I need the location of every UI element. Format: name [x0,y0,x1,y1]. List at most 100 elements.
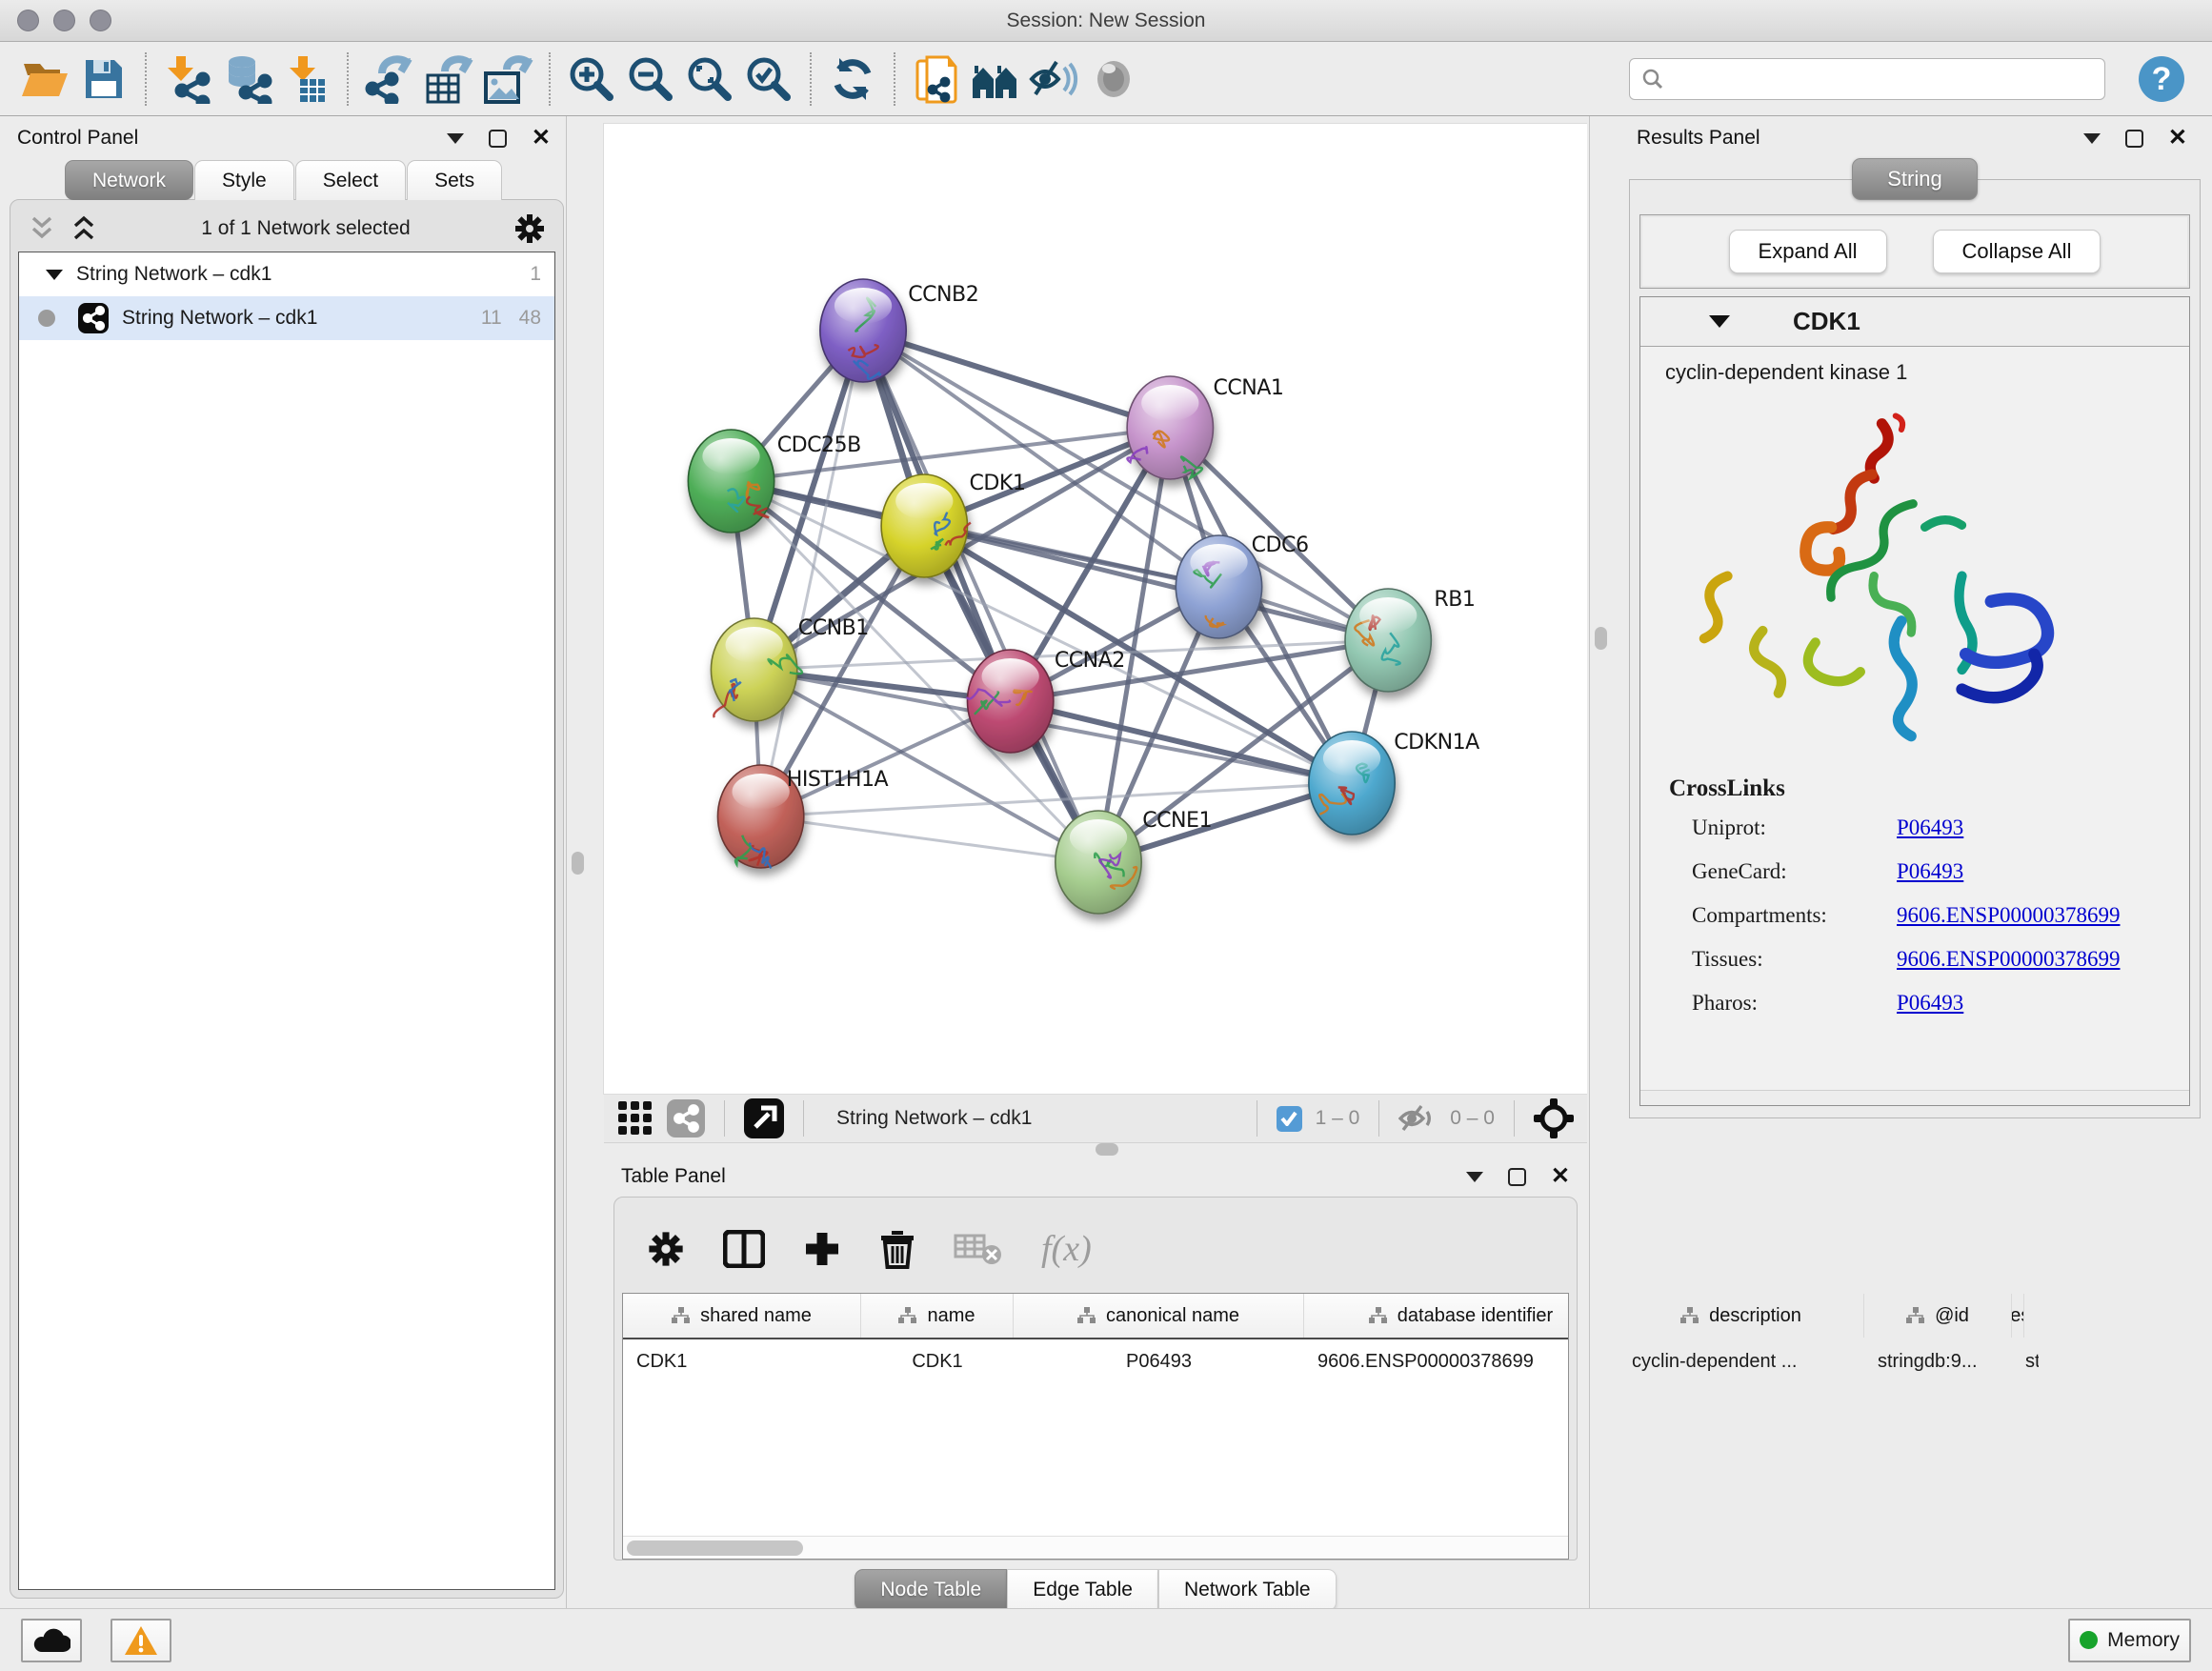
column-header-name[interactable]: name [861,1294,1014,1338]
crosslink-link[interactable]: P06493 [1897,815,2189,840]
network-graph[interactable]: CCNB2CCNA1CDC25BCDK1CDC6RB1CCNB1CCNA2CDK… [604,124,1587,1094]
share-document-icon[interactable] [907,50,966,109]
warning-status-button[interactable] [111,1619,171,1662]
network-node[interactable] [1345,589,1431,692]
network-node[interactable] [688,430,774,533]
refresh-view-icon[interactable] [823,50,882,109]
results-scroll-strip[interactable] [1640,1090,2189,1105]
scrollbar-thumb[interactable] [627,1540,803,1556]
panel-float-icon[interactable] [1508,1168,1526,1186]
hide-graphics-details-icon[interactable] [1025,50,1084,109]
open-file-icon[interactable] [15,50,74,109]
import-table-file-icon[interactable] [276,50,335,109]
network-node[interactable] [1056,811,1141,914]
birdseye-view-icon[interactable] [744,1098,784,1138]
fit-center-crosshair-icon[interactable] [1534,1098,1574,1138]
selected-nodes-checkbox[interactable] [1277,1106,1302,1132]
tab-node-table[interactable]: Node Table [855,1569,1007,1611]
network-canvas[interactable]: CCNB2CCNA1CDC25BCDK1CDC6RB1CCNB1CCNA2CDK… [604,124,1587,1094]
network-node[interactable] [1127,376,1213,479]
table-options-gear-icon[interactable] [647,1230,685,1268]
zoom-fit-icon[interactable] [680,50,739,109]
export-image-icon[interactable] [478,50,537,109]
collapse-all-button[interactable]: Collapse All [1933,230,2101,273]
panel-float-icon[interactable] [2125,130,2143,148]
panel-float-icon[interactable] [489,130,507,148]
network-options-gear-icon[interactable] [513,212,546,245]
horizontal-split-handle[interactable] [1096,1143,1118,1156]
panel-close-icon[interactable]: ✕ [2168,127,2187,150]
tab-network-table[interactable]: Network Table [1158,1569,1337,1611]
network-edge[interactable] [863,331,1170,428]
crosslink-link[interactable]: 9606.ENSP00000378699 [1897,903,2189,928]
memory-button[interactable]: Memory [2068,1619,2191,1662]
table-cell[interactable]: P06493 [1014,1339,1304,1383]
column-header-databaseidentifier[interactable]: database identifier [1304,1294,1619,1338]
tab-style[interactable]: Style [194,160,294,200]
section-collapse-caret-icon[interactable] [1709,315,1730,328]
column-header-sharedname[interactable]: shared name [623,1294,861,1338]
network-node[interactable] [1176,535,1261,638]
delete-column-icon[interactable] [879,1229,915,1269]
export-network-icon[interactable] [360,50,419,109]
cloud-status-button[interactable] [21,1619,82,1662]
home-pages-icon[interactable] [966,50,1025,109]
table-row[interactable]: CDK1CDK1P064939606.ENSP00000378699cyclin… [623,1339,1568,1383]
table-cell[interactable]: CDK1 [623,1339,861,1383]
network-row[interactable]: String Network – cdk1 11 48 [19,296,554,340]
search-box[interactable] [1629,58,2105,100]
show-columns-icon[interactable] [723,1230,765,1268]
import-network-database-icon[interactable] [217,50,276,109]
zoom-out-icon[interactable] [621,50,680,109]
help-icon[interactable]: ? [2132,50,2191,109]
tab-sets[interactable]: Sets [407,160,502,200]
export-table-icon[interactable] [419,50,478,109]
tab-select[interactable]: Select [295,160,406,200]
show-graphics-details-icon[interactable] [1084,50,1143,109]
crosslink-link[interactable]: P06493 [1897,859,2189,884]
panel-collapse-icon[interactable] [1466,1172,1483,1182]
expand-all-button[interactable]: Expand All [1729,230,1887,273]
network-node[interactable] [820,279,906,382]
save-session-icon[interactable] [74,50,133,109]
add-column-icon[interactable] [803,1230,841,1268]
tab-string[interactable]: String [1852,158,1977,200]
network-node[interactable] [711,618,802,721]
column-header-canonicalname[interactable]: canonical name [1014,1294,1304,1338]
left-split-divider[interactable] [564,116,604,1608]
zoom-selected-icon[interactable] [739,50,798,109]
collapse-all-icon[interactable] [28,215,56,242]
zoom-in-icon[interactable] [562,50,621,109]
horizontal-split-divider[interactable] [604,1143,1587,1157]
tree-expand-caret-icon[interactable] [46,270,63,280]
tab-network[interactable]: Network [65,160,193,200]
import-network-file-icon[interactable] [158,50,217,109]
tab-edge-table[interactable]: Edge Table [1007,1569,1158,1611]
panel-collapse-icon[interactable] [447,133,464,144]
network-edge[interactable] [863,331,1098,862]
expand-all-icon[interactable] [70,215,98,242]
crosslink-link[interactable]: P06493 [1897,991,2189,1016]
network-node[interactable] [967,650,1054,753]
panel-collapse-icon[interactable] [2083,133,2101,144]
minimize-window-button[interactable] [53,10,75,31]
grid-view-icon[interactable] [617,1100,654,1137]
table-horizontal-scrollbar[interactable] [623,1536,1568,1559]
search-input[interactable] [1672,67,2093,91]
crosslink-link[interactable]: 9606.ENSP00000378699 [1897,947,2189,972]
maximize-window-button[interactable] [90,10,111,31]
string-view-badge-icon[interactable] [667,1099,705,1137]
close-window-button[interactable] [17,10,39,31]
gene-section-header[interactable]: CDK1 [1640,297,2189,347]
network-edge[interactable] [761,816,1098,862]
table-cell[interactable]: 9606.ENSP00000378699 [1304,1339,1619,1383]
network-edge[interactable] [1011,701,1352,783]
right-split-handle[interactable] [1595,627,1607,650]
network-collection-row[interactable]: String Network – cdk1 1 [19,252,554,296]
panel-close-icon[interactable]: ✕ [1551,1165,1570,1188]
panel-close-icon[interactable]: ✕ [532,127,551,150]
network-node[interactable] [1309,732,1395,835]
right-split-divider[interactable] [1587,116,1627,1608]
table-cell[interactable]: CDK1 [861,1339,1014,1383]
left-split-handle[interactable] [572,852,584,875]
